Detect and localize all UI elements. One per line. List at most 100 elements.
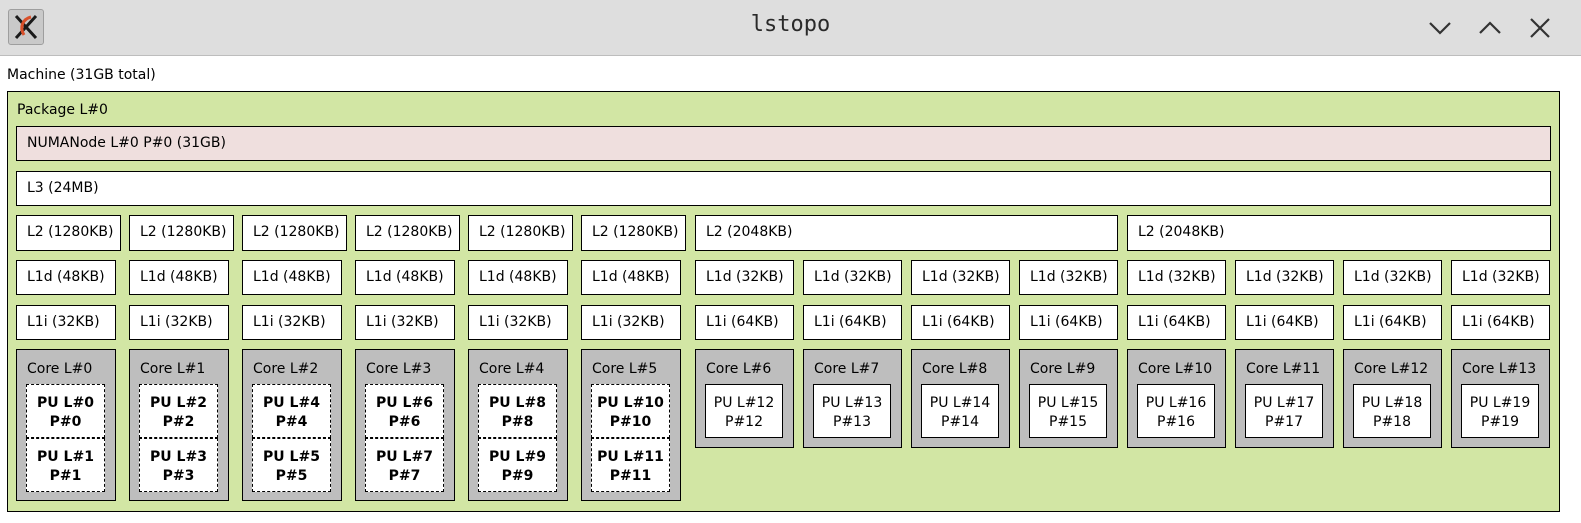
pu-logical-id: PU L#11	[597, 449, 664, 465]
l2-cache-box-label: L2 (2048KB)	[706, 224, 793, 240]
pu-logical-id: PU L#5	[263, 449, 320, 465]
core-label: Core L#10	[1138, 361, 1213, 377]
l1d-cache-box-label: L1d (32KB)	[1462, 269, 1540, 285]
l2-cache-box: L2 (2048KB)	[695, 215, 1118, 251]
l1d-cache-box-label: L1d (32KB)	[922, 269, 1000, 285]
title-bar[interactable]: lstopo	[0, 0, 1581, 56]
l1d-cache-box: L1d (48KB)	[129, 260, 229, 295]
pu-box: PU L#17 P#17	[1245, 384, 1323, 438]
pu-box: PU L#2 P#2	[139, 384, 218, 438]
pu-box: PU L#12 P#12	[705, 384, 783, 438]
l1d-cache-box: L1d (48KB)	[468, 260, 568, 295]
pu-box: PU L#18 P#18	[1353, 384, 1431, 438]
close-icon[interactable]	[1526, 14, 1554, 42]
pu-physical-id: P#15	[1049, 414, 1087, 430]
window-title: lstopo	[750, 12, 831, 37]
numa-node-label: NUMANode L#0 P#0 (31GB)	[27, 135, 226, 151]
l1i-cache-box: L1i (32KB)	[355, 305, 455, 340]
l2-cache-box-label: L2 (1280KB)	[479, 224, 566, 240]
l1d-cache-box: L1d (32KB)	[803, 260, 902, 295]
pu-physical-id: P#12	[725, 414, 763, 430]
pu-logical-id: PU L#1	[37, 449, 94, 465]
pu-logical-id: PU L#14	[929, 395, 991, 411]
l1i-cache-box-label: L1i (64KB)	[814, 314, 887, 330]
maximize-icon[interactable]	[1476, 14, 1504, 42]
l1i-cache-box: L1i (64KB)	[911, 305, 1010, 340]
core-box: Core L#12 PU L#18 P#18	[1343, 349, 1442, 448]
package-label: Package L#0	[17, 102, 108, 118]
core-box: Core L#4 PU L#8 P#8 PU L#9 P#9	[468, 349, 568, 501]
l1d-cache-box: L1d (32KB)	[911, 260, 1010, 295]
pu-box: PU L#7 P#7	[365, 438, 444, 492]
pu-physical-id: P#9	[501, 468, 534, 484]
l2-cache-box-label: L2 (1280KB)	[253, 224, 340, 240]
l3-cache-box: L3 (24MB)	[16, 171, 1551, 206]
pu-physical-id: P#14	[941, 414, 979, 430]
pu-box: PU L#11 P#11	[591, 438, 670, 492]
pu-box: PU L#9 P#9	[478, 438, 557, 492]
pu-box: PU L#5 P#5	[252, 438, 331, 492]
pu-physical-id: P#18	[1373, 414, 1411, 430]
pu-physical-id: P#2	[162, 414, 195, 430]
core-label: Core L#8	[922, 361, 988, 377]
pu-logical-id: PU L#0	[37, 395, 94, 411]
l1d-cache-box: L1d (48KB)	[242, 260, 342, 295]
pu-physical-id: P#13	[833, 414, 871, 430]
core-box: Core L#11 PU L#17 P#17	[1235, 349, 1334, 448]
core-box: Core L#8 PU L#14 P#14	[911, 349, 1010, 448]
l1d-cache-box: L1d (32KB)	[695, 260, 794, 295]
l2-cache-box: L2 (1280KB)	[242, 215, 347, 251]
pu-box: PU L#6 P#6	[365, 384, 444, 438]
l1i-cache-box: L1i (64KB)	[1451, 305, 1550, 340]
l1d-cache-box: L1d (32KB)	[1235, 260, 1334, 295]
l3-cache-label: L3 (24MB)	[27, 180, 99, 196]
pu-logical-id: PU L#4	[263, 395, 320, 411]
minimize-icon[interactable]	[1426, 14, 1454, 42]
l1d-cache-box-label: L1d (32KB)	[814, 269, 892, 285]
l2-cache-box-label: L2 (1280KB)	[592, 224, 679, 240]
l1i-cache-box-label: L1i (64KB)	[1030, 314, 1103, 330]
l1i-cache-box: L1i (32KB)	[468, 305, 568, 340]
l1d-cache-box: L1d (32KB)	[1019, 260, 1118, 295]
l1d-cache-box-label: L1d (48KB)	[592, 269, 670, 285]
core-label: Core L#7	[814, 361, 880, 377]
l2-cache-box: L2 (1280KB)	[16, 215, 121, 251]
l1d-cache-box-label: L1d (48KB)	[479, 269, 557, 285]
l1d-cache-box-label: L1d (32KB)	[706, 269, 784, 285]
l1i-cache-box: L1i (32KB)	[242, 305, 342, 340]
pu-logical-id: PU L#9	[489, 449, 546, 465]
pu-physical-id: P#4	[275, 414, 308, 430]
pu-logical-id: PU L#16	[1145, 395, 1207, 411]
l1d-cache-box: L1d (48KB)	[355, 260, 455, 295]
core-box: Core L#5 PU L#10 P#10 PU L#11 P#11	[581, 349, 681, 501]
pu-physical-id: P#3	[162, 468, 195, 484]
pu-logical-id: PU L#8	[489, 395, 546, 411]
pu-physical-id: P#16	[1157, 414, 1195, 430]
pu-box: PU L#13 P#13	[813, 384, 891, 438]
l1i-cache-box-label: L1i (64KB)	[706, 314, 779, 330]
core-box: Core L#6 PU L#12 P#12	[695, 349, 794, 448]
core-box: Core L#1 PU L#2 P#2 PU L#3 P#3	[129, 349, 229, 501]
l2-cache-box: L2 (1280KB)	[355, 215, 460, 251]
pu-box: PU L#19 P#19	[1461, 384, 1539, 438]
pu-box: PU L#15 P#15	[1029, 384, 1107, 438]
l1d-cache-box: L1d (32KB)	[1127, 260, 1226, 295]
pu-logical-id: PU L#3	[150, 449, 207, 465]
core-label: Core L#9	[1030, 361, 1096, 377]
l1i-cache-box-label: L1i (32KB)	[253, 314, 326, 330]
core-label: Core L#1	[140, 361, 206, 377]
l1i-cache-box-label: L1i (64KB)	[1246, 314, 1319, 330]
l1i-cache-box: L1i (64KB)	[803, 305, 902, 340]
pu-box: PU L#14 P#14	[921, 384, 999, 438]
l1d-cache-box-label: L1d (32KB)	[1246, 269, 1324, 285]
l1i-cache-box: L1i (64KB)	[695, 305, 794, 340]
pu-physical-id: P#7	[388, 468, 421, 484]
core-label: Core L#0	[27, 361, 93, 377]
l1i-cache-box-label: L1i (64KB)	[922, 314, 995, 330]
pu-physical-id: P#17	[1265, 414, 1303, 430]
l2-cache-box: L2 (1280KB)	[581, 215, 686, 251]
core-label: Core L#11	[1246, 361, 1321, 377]
core-label: Core L#3	[366, 361, 432, 377]
l1d-cache-box: L1d (32KB)	[1343, 260, 1442, 295]
pu-logical-id: PU L#13	[821, 395, 883, 411]
